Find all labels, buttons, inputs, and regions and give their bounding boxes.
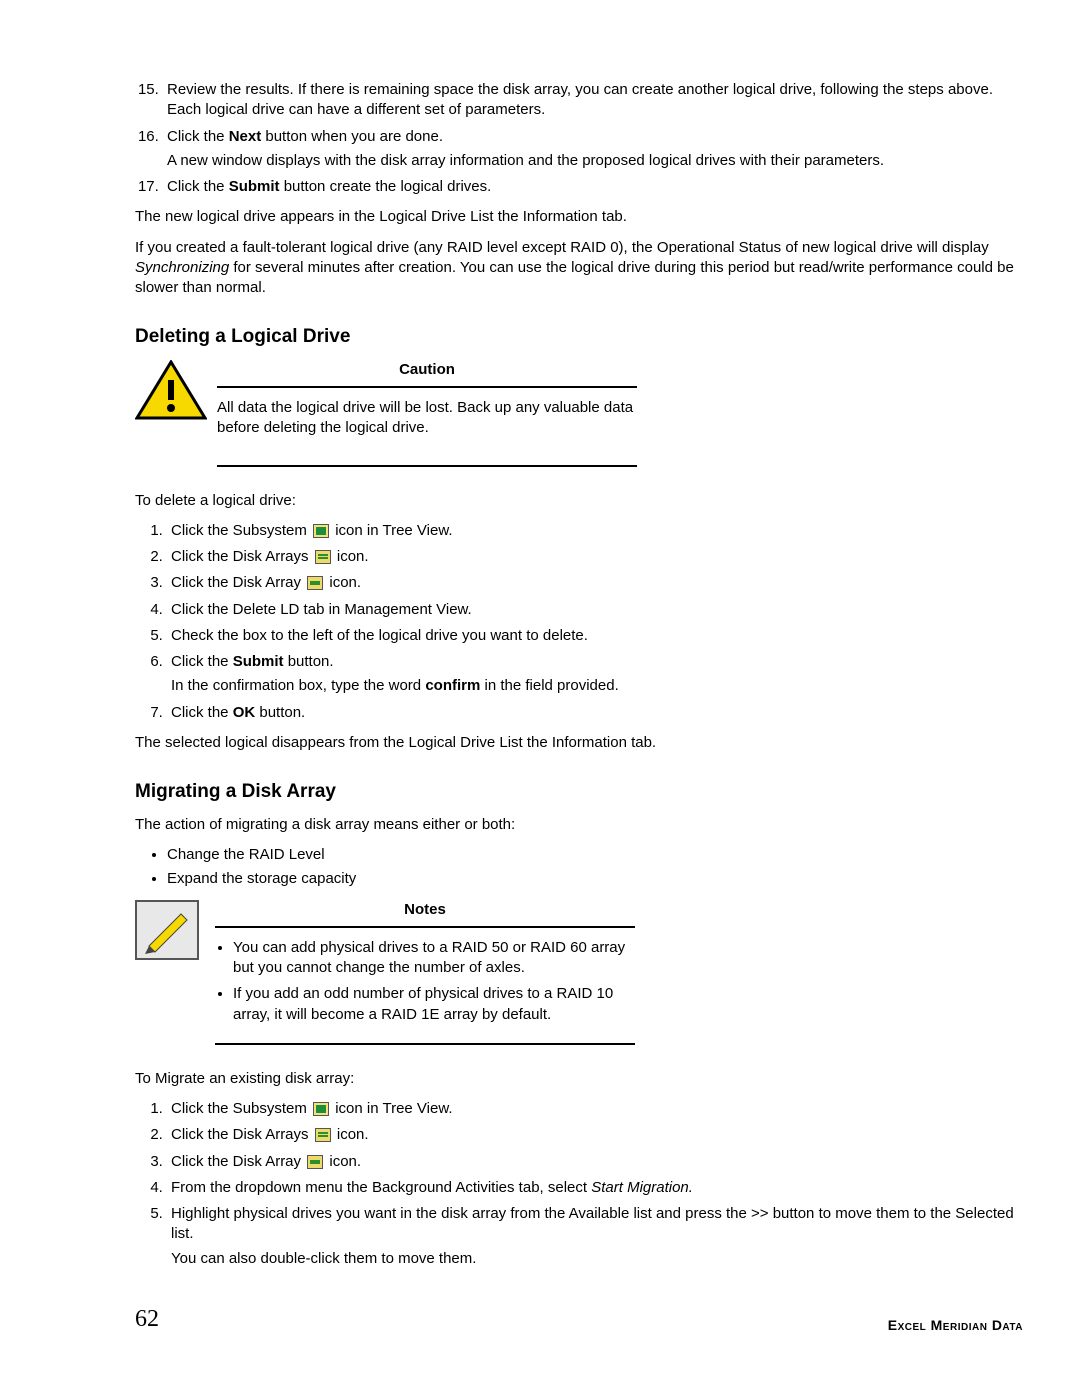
migrate-howto: To Migrate an existing disk array: xyxy=(135,1069,1025,1089)
del3-pre: Click the Disk Array xyxy=(171,574,305,591)
mig-step-2: Click the Disk Arrays icon. xyxy=(167,1125,1025,1145)
page-footer: 62 Excel Meridian Data xyxy=(135,1303,1025,1335)
notes-rule-bottom xyxy=(215,1043,635,1045)
heading-delete: Deleting a Logical Drive xyxy=(135,324,1025,350)
mig-step-4: From the dropdown menu the Background Ac… xyxy=(167,1178,1025,1198)
disk-array-icon xyxy=(307,1155,323,1169)
notes-callout: Notes You can add physical drives to a R… xyxy=(135,900,1025,1055)
del3-post: icon. xyxy=(325,574,361,591)
del-step-6: Click the Submit button. In the confirma… xyxy=(167,652,1025,697)
step-16-post: button when you are done. xyxy=(261,128,443,145)
footer-brand: Excel Meridian Data xyxy=(888,1316,1023,1335)
mig2-pre: Click the Disk Arrays xyxy=(171,1126,313,1143)
mig2-post: icon. xyxy=(333,1126,369,1143)
caution-text: All data the logical drive will be lost.… xyxy=(217,398,637,439)
step-17: Click the Submit button create the logic… xyxy=(163,177,1025,197)
del7-pre: Click the xyxy=(171,704,233,721)
del-step-1: Click the Subsystem icon in Tree View. xyxy=(167,521,1025,541)
del-step-3: Click the Disk Array icon. xyxy=(167,573,1025,593)
del6-post: button. xyxy=(284,653,334,670)
delete-steps: Click the Subsystem icon in Tree View. C… xyxy=(135,521,1025,723)
para-after-top-1: The new logical drive appears in the Log… xyxy=(135,207,1025,227)
step-15-text: Review the results. If there is remainin… xyxy=(167,81,993,118)
del1-pre: Click the Subsystem xyxy=(171,522,311,539)
notes-item-1: You can add physical drives to a RAID 50… xyxy=(233,938,635,979)
caution-rule-bottom xyxy=(217,465,637,467)
disk-arrays-icon xyxy=(315,550,331,564)
del7-post: button. xyxy=(255,704,305,721)
mig3-post: icon. xyxy=(325,1153,361,1170)
delete-intro: To delete a logical drive: xyxy=(135,491,1025,511)
migrate-bullet-1: Change the RAID Level xyxy=(167,845,1025,865)
mig5-text: Highlight physical drives you want in th… xyxy=(171,1205,1014,1242)
caution-icon xyxy=(135,360,217,428)
notes-title: Notes xyxy=(215,900,635,920)
migrate-steps: Click the Subsystem icon in Tree View. C… xyxy=(135,1099,1025,1269)
notes-item-2: If you add an odd number of physical dri… xyxy=(233,984,635,1025)
del6-pre: Click the xyxy=(171,653,233,670)
del6-bold: Submit xyxy=(233,653,284,670)
notes-rule-top xyxy=(215,926,635,928)
mig4-pre: From the dropdown menu the Background Ac… xyxy=(171,1179,591,1196)
del2-post: icon. xyxy=(333,548,369,565)
document-page: Review the results. If there is remainin… xyxy=(0,0,1080,1355)
subsystem-icon xyxy=(313,524,329,538)
del6-sub: In the confirmation box, type the word c… xyxy=(171,676,1025,696)
mig-step-1: Click the Subsystem icon in Tree View. xyxy=(167,1099,1025,1119)
migrate-bullets: Change the RAID Level Expand the storage… xyxy=(135,845,1025,890)
notes-icon xyxy=(135,900,215,960)
del-step-4: Click the Delete LD tab in Management Vi… xyxy=(167,600,1025,620)
del1-post: icon in Tree View. xyxy=(331,522,452,539)
page-number: 62 xyxy=(135,1303,159,1335)
step-16-pre: Click the xyxy=(167,128,229,145)
steps-top-list: Review the results. If there is remainin… xyxy=(135,80,1025,197)
del6-sub-post: in the field provided. xyxy=(480,677,618,694)
caution-rule-top xyxy=(217,386,637,388)
disk-array-icon xyxy=(307,576,323,590)
mig-step-3: Click the Disk Array icon. xyxy=(167,1152,1025,1172)
del2-pre: Click the Disk Arrays xyxy=(171,548,313,565)
caution-title: Caution xyxy=(217,360,637,380)
migrate-intro: The action of migrating a disk array mea… xyxy=(135,815,1025,835)
step-15: Review the results. If there is remainin… xyxy=(163,80,1025,121)
mig-step-5: Highlight physical drives you want in th… xyxy=(167,1204,1025,1269)
mig5-sub: You can also double-click them to move t… xyxy=(171,1249,1025,1269)
mig3-pre: Click the Disk Array xyxy=(171,1153,305,1170)
del-step-7: Click the OK button. xyxy=(167,703,1025,723)
step-17-pre: Click the xyxy=(167,178,229,195)
migrate-bullet-2: Expand the storage capacity xyxy=(167,869,1025,889)
mig1-pre: Click the Subsystem xyxy=(171,1100,311,1117)
para2-italic: Synchronizing xyxy=(135,259,229,276)
del6-sub-bold: confirm xyxy=(425,677,480,694)
step-17-post: button create the logical drives. xyxy=(280,178,492,195)
mig4-italic: Start Migration. xyxy=(591,1179,693,1196)
delete-after: The selected logical disappears from the… xyxy=(135,733,1025,753)
disk-arrays-icon xyxy=(315,1128,331,1142)
subsystem-icon xyxy=(313,1102,329,1116)
para2-pre: If you created a fault-tolerant logical … xyxy=(135,239,989,256)
heading-migrate: Migrating a Disk Array xyxy=(135,779,1025,805)
step-16-bold: Next xyxy=(229,128,262,145)
mig1-post: icon in Tree View. xyxy=(331,1100,452,1117)
del-step-2: Click the Disk Arrays icon. xyxy=(167,547,1025,567)
para-after-top-2: If you created a fault-tolerant logical … xyxy=(135,238,1025,299)
del-step-5: Check the box to the left of the logical… xyxy=(167,626,1025,646)
step-16: Click the Next button when you are done.… xyxy=(163,127,1025,172)
del6-sub-pre: In the confirmation box, type the word xyxy=(171,677,425,694)
step-17-bold: Submit xyxy=(229,178,280,195)
step-16-sub: A new window displays with the disk arra… xyxy=(167,151,1025,171)
para2-post: for several minutes after creation. You … xyxy=(135,259,1014,296)
caution-callout: Caution All data the logical drive will … xyxy=(135,360,1025,477)
del7-bold: OK xyxy=(233,704,256,721)
